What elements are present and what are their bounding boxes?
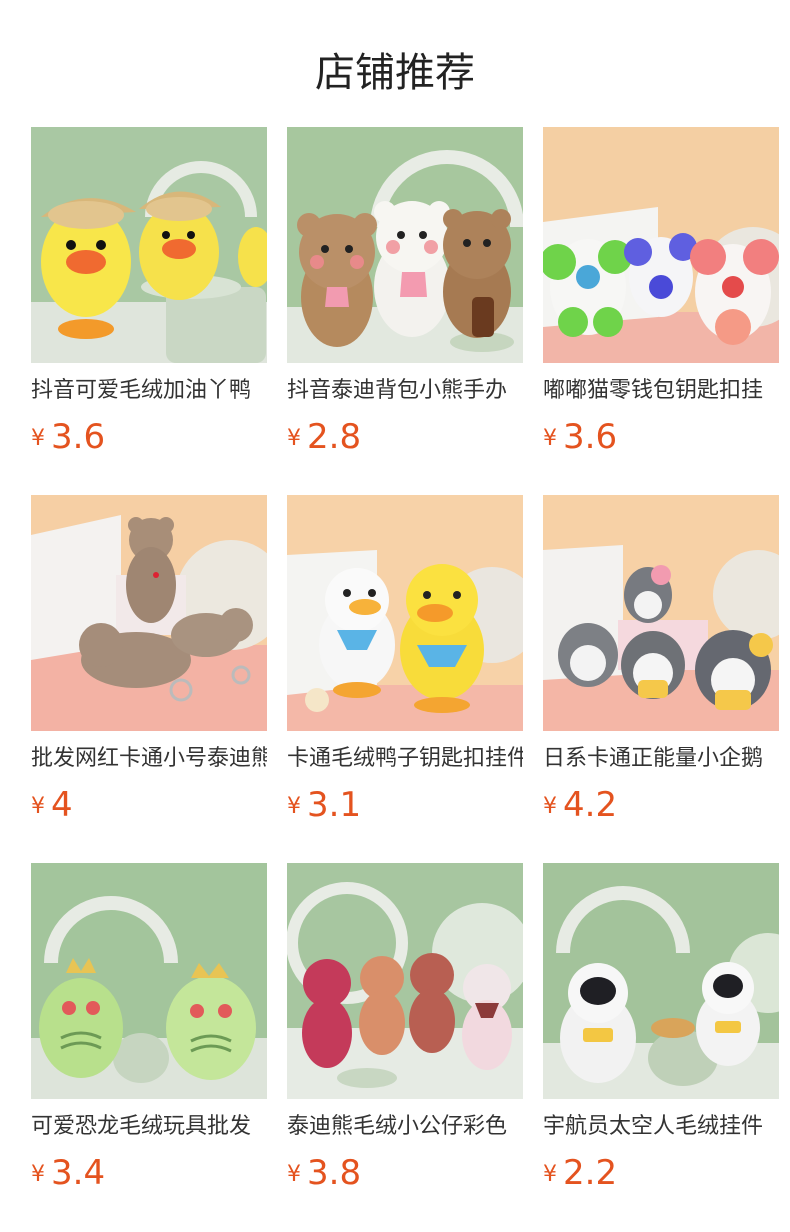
product-price: ¥3.6	[543, 417, 617, 459]
currency-symbol: ¥	[287, 426, 301, 451]
product-image[interactable]	[31, 495, 267, 731]
product-price: ¥3.4	[31, 1153, 105, 1195]
product-card[interactable]: 抖音泰迪背包小熊手办 ¥2.8	[287, 127, 523, 467]
product-card[interactable]: 可爱恐龙毛绒玩具批发 ¥3.4	[31, 863, 267, 1203]
currency-symbol: ¥	[287, 794, 301, 819]
product-price: ¥4	[31, 785, 73, 827]
product-name[interactable]: 抖音泰迪背包小熊手办	[287, 375, 523, 407]
price-value: 4.2	[563, 785, 618, 825]
product-card[interactable]: 泰迪熊毛绒小公仔彩色 ¥3.8	[287, 863, 523, 1203]
price-value: 3.1	[307, 785, 362, 825]
colorful-teddy-bears-icon	[287, 863, 523, 1099]
product-card[interactable]: 嘟嘟猫零钱包钥匙扣挂 ¥3.6	[543, 127, 779, 467]
product-price: ¥3.6	[31, 417, 105, 459]
currency-symbol: ¥	[31, 426, 45, 451]
product-image[interactable]	[31, 127, 267, 363]
currency-symbol: ¥	[543, 426, 557, 451]
product-name[interactable]: 宇航员太空人毛绒挂件	[543, 1111, 779, 1143]
yellow-duck-plush-icon	[31, 127, 267, 363]
product-image[interactable]	[31, 863, 267, 1099]
product-price: ¥2.8	[287, 417, 361, 459]
product-name[interactable]: 泰迪熊毛绒小公仔彩色	[287, 1111, 523, 1143]
brown-bear-keychain-icon	[31, 495, 267, 731]
product-image[interactable]	[287, 127, 523, 363]
price-value: 3.6	[51, 417, 106, 457]
product-card[interactable]: 宇航员太空人毛绒挂件 ¥2.2	[543, 863, 779, 1203]
product-name[interactable]: 嘟嘟猫零钱包钥匙扣挂	[543, 375, 779, 407]
product-price: ¥2.2	[543, 1153, 617, 1195]
currency-symbol: ¥	[31, 794, 45, 819]
price-value: 2.2	[563, 1153, 618, 1193]
astronaut-plush-icon	[543, 863, 779, 1099]
currency-symbol: ¥	[543, 1162, 557, 1187]
penguin-plush-icon	[543, 495, 779, 731]
product-price: ¥3.8	[287, 1153, 361, 1195]
product-price: ¥3.1	[287, 785, 361, 827]
product-image[interactable]	[543, 127, 779, 363]
product-image[interactable]	[287, 863, 523, 1099]
product-card[interactable]: 批发网红卡通小号泰迪熊 ¥4	[31, 495, 267, 835]
product-price: ¥4.2	[543, 785, 617, 827]
currency-symbol: ¥	[543, 794, 557, 819]
product-card[interactable]: 卡通毛绒鸭子钥匙扣挂件 ¥3.1	[287, 495, 523, 835]
green-dinosaur-plush-icon	[31, 863, 267, 1099]
product-card[interactable]: 日系卡通正能量小企鹅 ¥4.2	[543, 495, 779, 835]
product-name[interactable]: 批发网红卡通小号泰迪熊	[31, 743, 267, 775]
colorful-cat-plush-icon	[543, 127, 779, 363]
product-image[interactable]	[543, 495, 779, 731]
price-value: 3.8	[307, 1153, 362, 1193]
duck-pair-plush-icon	[287, 495, 523, 731]
currency-symbol: ¥	[287, 1162, 301, 1187]
teddy-bear-plush-icon	[287, 127, 523, 363]
product-name[interactable]: 卡通毛绒鸭子钥匙扣挂件	[287, 743, 523, 775]
product-name[interactable]: 可爱恐龙毛绒玩具批发	[31, 1111, 267, 1143]
product-grid: 抖音可爱毛绒加油丫鸭 ¥3.6 抖音泰迪背包小熊手办 ¥ 2.8 嘟嘟猫零钱包钥…	[0, 0, 790, 1232]
currency-symbol: ¥	[31, 1162, 45, 1187]
product-image[interactable]	[543, 863, 779, 1099]
product-card[interactable]: 抖音可爱毛绒加油丫鸭 ¥3.6	[31, 127, 267, 467]
price-value: 3.4	[51, 1153, 106, 1193]
product-image[interactable]	[287, 495, 523, 731]
price-value: 4	[51, 785, 73, 825]
product-name[interactable]: 日系卡通正能量小企鹅	[543, 743, 779, 775]
price-value: 3.6	[563, 417, 618, 457]
product-name[interactable]: 抖音可爱毛绒加油丫鸭	[31, 375, 267, 407]
price-value: 2.8	[307, 417, 362, 457]
